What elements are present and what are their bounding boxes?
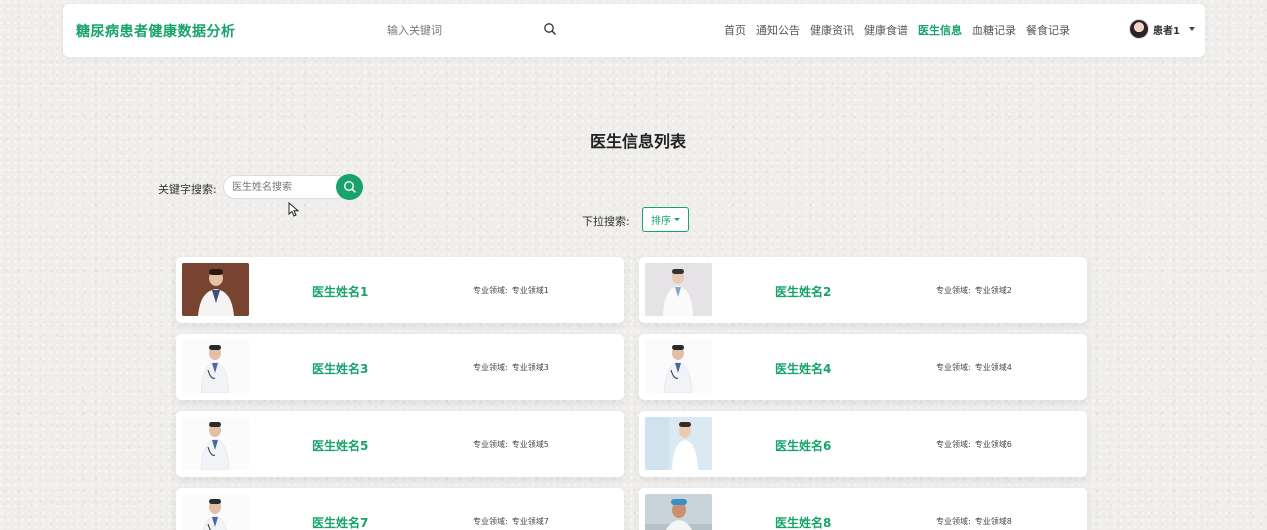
doctor-photo[interactable] xyxy=(182,263,249,316)
sort-button-label: 排序 xyxy=(651,216,671,227)
doctor-specialty: 专业领域: 专业领域2 xyxy=(936,285,1012,296)
specialty-value: 专业领域7 xyxy=(511,517,549,526)
site-brand[interactable]: 糖尿病患者健康数据分析 xyxy=(76,21,236,41)
user-menu[interactable]: 患者1 xyxy=(1129,19,1195,39)
top-header: 糖尿病患者健康数据分析 首页 通知公告 健康资讯 健康食谱 医生信息 血糖记录 … xyxy=(63,4,1205,57)
doctor-specialty: 专业领域: 专业领域4 xyxy=(936,362,1012,373)
specialty-label: 专业领域: xyxy=(473,286,508,295)
doctor-card[interactable]: 医生姓名1 专业领域: 专业领域1 xyxy=(176,257,624,323)
doctor-card[interactable]: 医生姓名3 专业领域: 专业领域3 xyxy=(176,334,624,400)
specialty-label: 专业领域: xyxy=(936,286,971,295)
chevron-down-icon xyxy=(674,218,680,221)
doctor-name-search-input[interactable] xyxy=(223,175,341,199)
header-search-input[interactable] xyxy=(387,19,561,42)
doctor-specialty: 专业领域: 专业领域8 xyxy=(936,516,1012,527)
doctor-card[interactable]: 医生姓名6 专业领域: 专业领域6 xyxy=(639,411,1087,477)
search-icon[interactable] xyxy=(543,22,557,36)
doctor-card[interactable]: 医生姓名8 专业领域: 专业领域8 xyxy=(639,488,1087,530)
doctor-specialty: 专业领域: 专业领域1 xyxy=(473,285,549,296)
specialty-value: 专业领域2 xyxy=(974,286,1012,295)
specialty-value: 专业领域5 xyxy=(511,440,549,449)
doctor-photo[interactable] xyxy=(182,417,249,470)
header-search xyxy=(387,19,561,42)
doctor-card[interactable]: 医生姓名2 专业领域: 专业领域2 xyxy=(639,257,1087,323)
username: 患者1 xyxy=(1153,25,1180,37)
avatar xyxy=(1129,19,1149,39)
doctor-card[interactable]: 医生姓名7 专业领域: 专业领域7 xyxy=(176,488,624,530)
nav-doctor-info[interactable]: 医生信息 xyxy=(918,22,962,38)
dropdown-search-label: 下拉搜索: xyxy=(582,215,630,228)
nav-notices[interactable]: 通知公告 xyxy=(756,22,800,38)
keyword-search-label: 关键字搜索: xyxy=(158,183,217,196)
chevron-down-icon xyxy=(1188,27,1195,31)
main-nav: 首页 通知公告 健康资讯 健康食谱 医生信息 血糖记录 餐食记录 xyxy=(724,22,1080,38)
nav-health-news[interactable]: 健康资讯 xyxy=(810,22,854,38)
mouse-cursor-icon xyxy=(288,202,300,217)
doctor-name[interactable]: 医生姓名4 xyxy=(775,360,831,377)
nav-blood-sugar-records[interactable]: 血糖记录 xyxy=(972,22,1016,38)
specialty-label: 专业领域: xyxy=(936,440,971,449)
doctor-specialty: 专业领域: 专业领域3 xyxy=(473,362,549,373)
doctor-card[interactable]: 医生姓名5 专业领域: 专业领域5 xyxy=(176,411,624,477)
nav-health-recipes[interactable]: 健康食谱 xyxy=(864,22,908,38)
doctor-photo[interactable] xyxy=(645,494,712,530)
doctor-name[interactable]: 医生姓名2 xyxy=(775,283,831,300)
specialty-label: 专业领域: xyxy=(936,363,971,372)
sort-dropdown-button[interactable]: 排序 xyxy=(642,207,689,232)
doctor-card[interactable]: 医生姓名4 专业领域: 专业领域4 xyxy=(639,334,1087,400)
search-icon xyxy=(343,180,356,193)
nav-home[interactable]: 首页 xyxy=(724,22,746,38)
keyword-search-button[interactable] xyxy=(336,174,363,200)
specialty-value: 专业领域3 xyxy=(511,363,549,372)
page-title: 医生信息列表 xyxy=(589,132,686,151)
doctor-specialty: 专业领域: 专业领域6 xyxy=(936,439,1012,450)
specialty-value: 专业领域1 xyxy=(511,286,549,295)
doctor-name[interactable]: 医生姓名1 xyxy=(312,283,368,300)
doctor-specialty: 专业领域: 专业领域7 xyxy=(473,516,549,527)
doctor-specialty: 专业领域: 专业领域5 xyxy=(473,439,549,450)
doctor-photo[interactable] xyxy=(182,340,249,393)
doctor-name[interactable]: 医生姓名5 xyxy=(312,437,368,454)
doctor-photo[interactable] xyxy=(182,494,249,530)
specialty-value: 专业领域6 xyxy=(974,440,1012,449)
doctor-name[interactable]: 医生姓名7 xyxy=(312,514,368,530)
specialty-value: 专业领域8 xyxy=(974,517,1012,526)
doctor-name[interactable]: 医生姓名8 xyxy=(775,514,831,530)
specialty-label: 专业领域: xyxy=(473,363,508,372)
nav-meal-records[interactable]: 餐食记录 xyxy=(1026,22,1070,38)
specialty-value: 专业领域4 xyxy=(974,363,1012,372)
doctor-name[interactable]: 医生姓名3 xyxy=(312,360,368,377)
doctor-photo[interactable] xyxy=(645,340,712,393)
specialty-label: 专业领域: xyxy=(473,517,508,526)
doctor-photo[interactable] xyxy=(645,417,712,470)
doctor-name[interactable]: 医生姓名6 xyxy=(775,437,831,454)
specialty-label: 专业领域: xyxy=(473,440,508,449)
specialty-label: 专业领域: xyxy=(936,517,971,526)
doctor-photo[interactable] xyxy=(645,263,712,316)
